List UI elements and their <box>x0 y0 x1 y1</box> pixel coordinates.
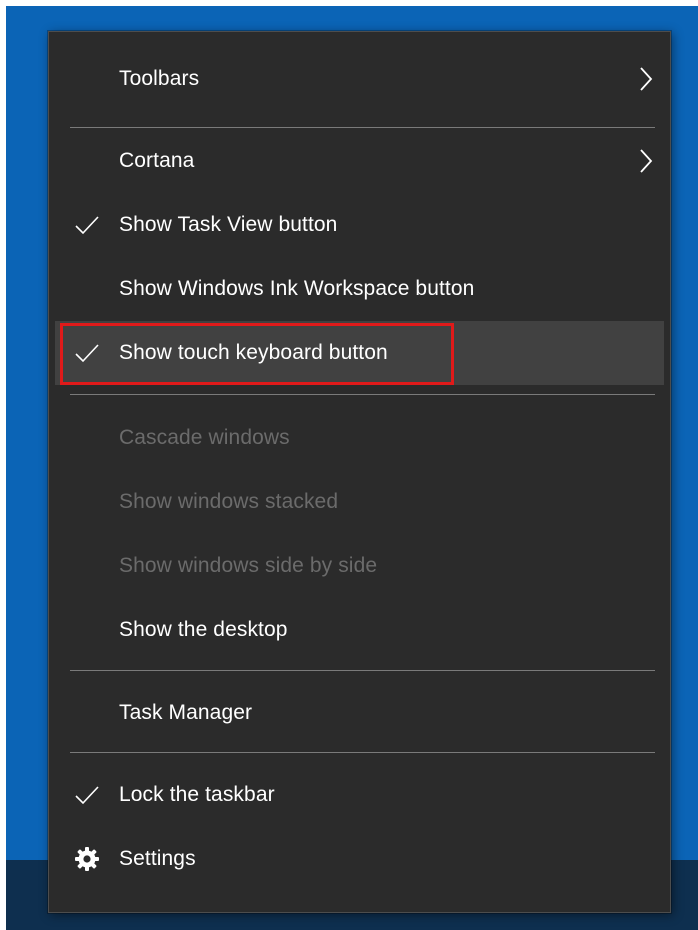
checkmark-icon <box>75 216 99 235</box>
menu-separator <box>70 394 655 395</box>
chevron-right-icon <box>640 67 653 91</box>
menu-item-show-windows-stacked: Show windows stacked <box>55 470 664 534</box>
menu-separator <box>70 752 655 753</box>
menu-item-show-touch-keyboard-button[interactable]: Show touch keyboard button <box>55 321 664 385</box>
menu-item-label: Cascade windows <box>119 426 290 449</box>
menu-item-show-task-view-button[interactable]: Show Task View button <box>55 193 664 257</box>
menu-separator <box>70 670 655 671</box>
menu-item-show-windows-ink-workspace-button[interactable]: Show Windows Ink Workspace button <box>55 257 664 321</box>
menu-item-cascade-windows: Cascade windows <box>55 406 664 470</box>
menu-item-label: Lock the taskbar <box>119 783 275 806</box>
menu-item-settings[interactable]: Settings <box>55 827 664 891</box>
menu-item-show-windows-side-by-side: Show windows side by side <box>55 534 664 598</box>
checkmark-icon <box>75 786 99 805</box>
menu-item-label: Show Windows Ink Workspace button <box>119 277 475 300</box>
taskbar-context-menu: Toolbars Cortana Show Task View button S… <box>48 31 671 913</box>
menu-item-label: Settings <box>119 847 196 870</box>
menu-item-label: Cortana <box>119 149 195 172</box>
gear-icon <box>75 847 99 871</box>
menu-item-show-the-desktop[interactable]: Show the desktop <box>55 598 664 662</box>
menu-item-task-manager[interactable]: Task Manager <box>55 681 664 745</box>
menu-item-label: Toolbars <box>119 67 200 90</box>
menu-item-label: Task Manager <box>119 701 253 724</box>
menu-item-label: Show Task View button <box>119 213 338 236</box>
menu-item-label: Show touch keyboard button <box>119 341 388 364</box>
menu-item-cortana[interactable]: Cortana <box>55 129 664 193</box>
menu-item-lock-the-taskbar[interactable]: Lock the taskbar <box>55 763 664 827</box>
menu-item-label: Show windows stacked <box>119 490 339 513</box>
menu-item-label: Show windows side by side <box>119 554 378 577</box>
screenshot-frame: Toolbars Cortana Show Task View button S… <box>6 6 698 930</box>
checkmark-icon <box>75 344 99 363</box>
chevron-right-icon <box>640 149 653 173</box>
menu-item-label: Show the desktop <box>119 618 288 641</box>
menu-separator <box>70 127 655 128</box>
menu-item-toolbars[interactable]: Toolbars <box>55 47 664 111</box>
